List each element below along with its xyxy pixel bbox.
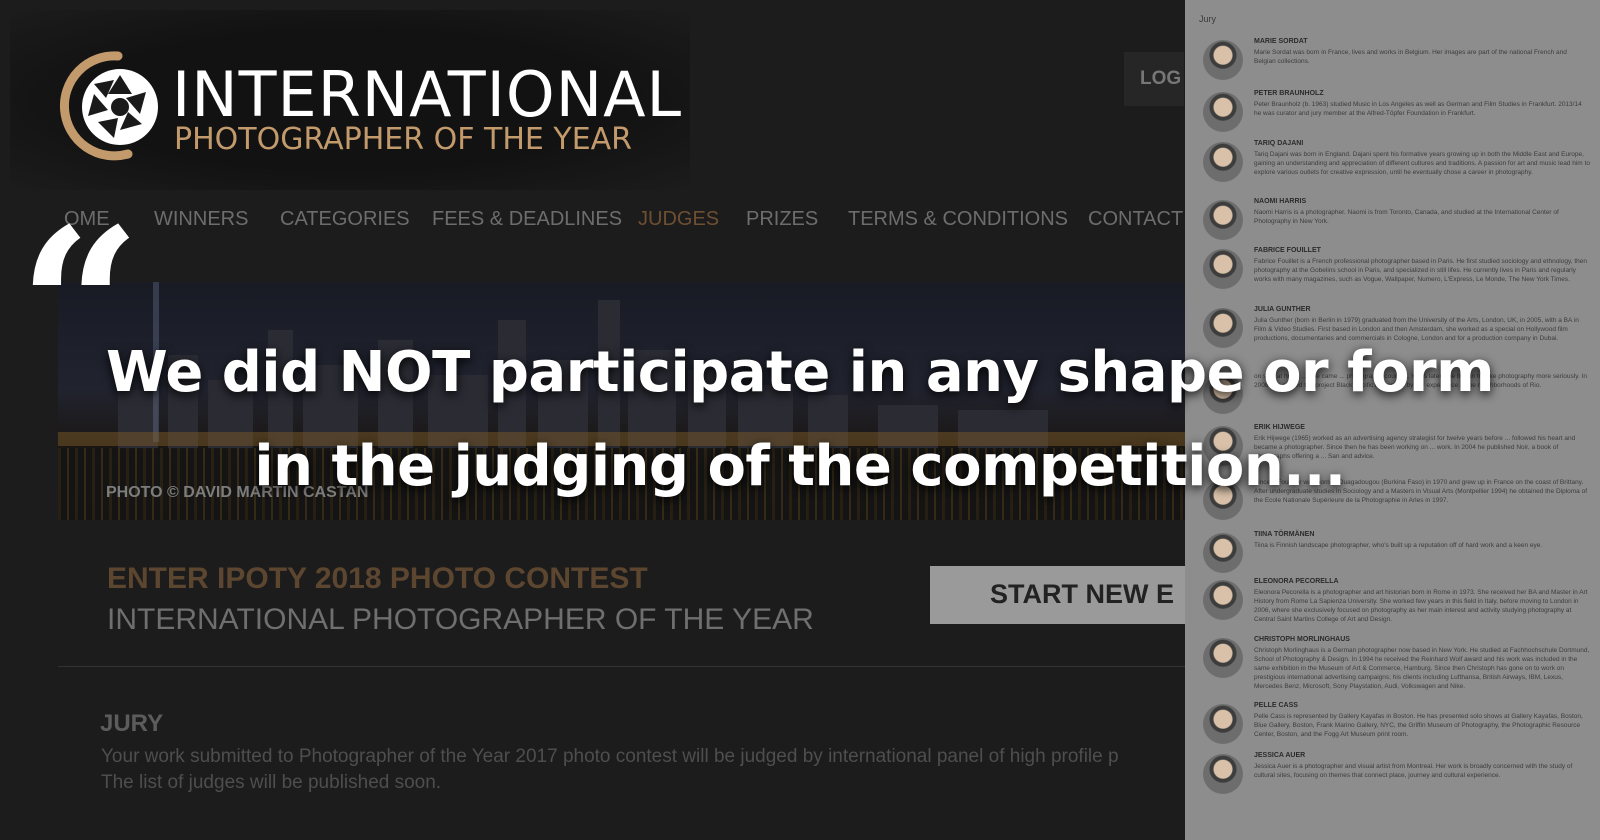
nav-item-categories[interactable]: CATEGORIES bbox=[280, 208, 410, 231]
panel-title: Jury bbox=[1199, 14, 1217, 24]
jury-heading: JURY bbox=[100, 710, 164, 737]
juror-name: PELLE CASS bbox=[1254, 702, 1298, 709]
juror-avatar bbox=[1203, 638, 1243, 678]
juror-bio: Peter Braunholz (b. 1963) studied Music … bbox=[1254, 101, 1582, 117]
headline-line-2: in the judging of the competition... bbox=[254, 434, 1346, 499]
juror-avatar bbox=[1203, 580, 1243, 620]
juror-name: JULIA GUNTHER bbox=[1254, 306, 1311, 313]
juror-bio: Marie Sordat was born in France, lives a… bbox=[1254, 49, 1567, 65]
nav-item-judges[interactable]: JUDGES bbox=[638, 208, 719, 231]
juror-bio: Fabrice Fouillet is a French professiona… bbox=[1254, 258, 1588, 283]
juror-avatar bbox=[1203, 533, 1243, 573]
juror-name: PETER BRAUNHOLZ bbox=[1254, 90, 1324, 97]
juror-bio: Naomi Harris is a photographer. Naomi is… bbox=[1254, 209, 1559, 225]
juror-bio: Tiina is Finnish landscape photographer,… bbox=[1254, 542, 1543, 549]
nav-item-winners[interactable]: WINNERS bbox=[154, 208, 248, 231]
aperture-logo-icon bbox=[59, 51, 158, 161]
juror-bio: Jessica Auer is a photographer and visua… bbox=[1254, 763, 1573, 779]
juror-avatar bbox=[1203, 142, 1243, 182]
juror-avatar bbox=[1203, 40, 1243, 80]
juror-avatar bbox=[1203, 754, 1243, 794]
main-nav: OME WINNERS CATEGORIES FEES & DEADLINES … bbox=[64, 208, 1183, 238]
section-divider bbox=[58, 666, 1185, 667]
nav-item-prizes[interactable]: PRIZES bbox=[746, 208, 818, 231]
juror-name: ELEONORA PECORELLA bbox=[1254, 578, 1339, 585]
nav-item-fees-deadlines[interactable]: FEES & DEADLINES bbox=[432, 208, 622, 231]
juror-name: MARIE SORDAT bbox=[1254, 38, 1308, 45]
juror-name: CHRISTOPH MORLINGHAUS bbox=[1254, 636, 1350, 643]
enter-contest-title: ENTER IPOTY 2018 PHOTO CONTEST bbox=[107, 562, 648, 595]
jury-note: The list of judges will be published soo… bbox=[101, 772, 442, 793]
juror-name: NAOMI HARRIS bbox=[1254, 198, 1307, 205]
juror-bio: Christoph Morlinghaus is a German photog… bbox=[1254, 647, 1590, 690]
nav-item-contact[interactable]: CONTACT bbox=[1088, 208, 1183, 231]
juror-name: TARIQ DAJANI bbox=[1254, 140, 1304, 147]
headline-line-1: We did NOT participate in any shape or f… bbox=[106, 340, 1494, 405]
jury-description: Your work submitted to Photographer of t… bbox=[101, 746, 1119, 767]
logo-subtitle: PHOTOGRAPHER OF THE YEAR bbox=[174, 122, 633, 157]
login-button[interactable]: LOG bbox=[1124, 52, 1184, 106]
site-logo[interactable]: INTERNATIONAL PHOTOGRAPHER OF THE YEAR bbox=[10, 10, 690, 190]
juror-name: TIINA TÖRMÄNEN bbox=[1254, 531, 1315, 538]
logo-title: INTERNATIONAL bbox=[172, 58, 683, 131]
juror-bio: Tariq Dajani was born in England. Dajani… bbox=[1254, 151, 1590, 176]
nav-item-terms-conditions[interactable]: TERMS & CONDITIONS bbox=[848, 208, 1068, 231]
overlay-headline: We did NOT participate in any shape or f… bbox=[0, 326, 1600, 514]
juror-avatar bbox=[1203, 704, 1243, 744]
enter-contest-subtitle: INTERNATIONAL PHOTOGRAPHER OF THE YEAR bbox=[107, 603, 814, 636]
start-new-entry-button[interactable]: START NEW E bbox=[930, 566, 1185, 624]
juror-bio: Eleonora Pecorella is a photographer and… bbox=[1254, 589, 1588, 623]
juror-name: FABRICE FOUILLET bbox=[1254, 247, 1321, 254]
juror-avatar bbox=[1203, 200, 1243, 240]
juror-name: JESSICA AUER bbox=[1254, 752, 1306, 759]
juror-avatar bbox=[1203, 249, 1243, 289]
juror-bio: Pelle Cass is represented by Gallery Kay… bbox=[1254, 713, 1583, 738]
juror-avatar bbox=[1203, 92, 1243, 132]
